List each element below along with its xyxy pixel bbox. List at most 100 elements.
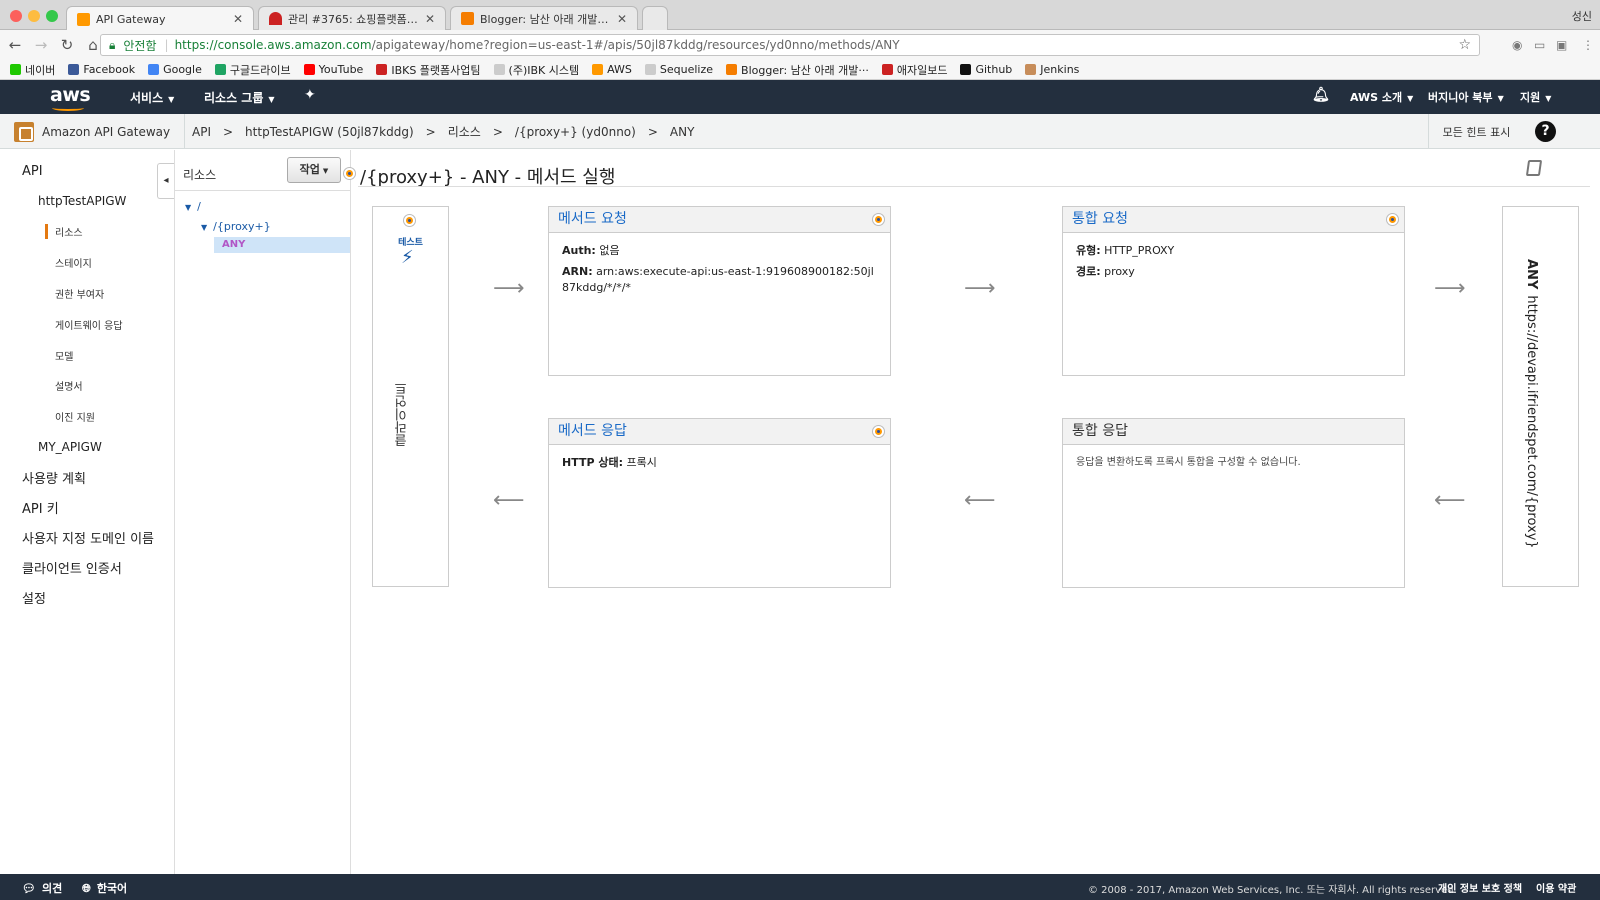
info-hint-icon[interactable] [1387,214,1398,225]
book-icon[interactable] [1525,160,1543,176]
breadcrumb-item[interactable]: 리소스 [448,123,481,140]
region-menu[interactable]: 버지니아 북부 ▼ [1428,89,1504,105]
info-hint-icon[interactable] [344,168,355,179]
tree-node-any-method[interactable]: ANY [222,239,245,250]
address-bar[interactable]: 🔒︎ 안전함 | https://console.aws.amazon.com … [100,34,1480,56]
new-tab-button[interactable] [642,6,668,30]
method-response-box[interactable]: 메서드 응답 HTTP 상태: 프록시 [548,418,891,588]
method-request-header[interactable]: 메서드 요청 [549,207,890,233]
extension-icon[interactable]: ▭ [1534,38,1545,52]
bookmark-item[interactable]: (주)IBK 시스템 [493,62,580,78]
bookmark-item[interactable]: 애자일보드 [881,62,947,78]
path-label: 경로: [1076,265,1101,278]
extension-icon[interactable]: ◉ [1512,38,1522,52]
browser-tab-api-gateway[interactable]: API Gateway ✕ [66,6,254,31]
bookmark-item[interactable]: Blogger: 남산 아래 개발··· [726,62,869,78]
breadcrumb-item[interactable]: httpTestAPIGW (50jl87kddg) [245,125,414,139]
bookmark-item[interactable]: Github [960,63,1012,76]
support-menu[interactable]: 지원 ▼ [1520,89,1551,105]
language-selector[interactable]: 🌐︎ 한국어 [82,880,127,896]
terms-of-use-link[interactable]: 이용 약관 [1536,880,1576,895]
bookmark-favicon-icon [148,64,160,75]
collapse-sidebar-button[interactable]: ◂ [157,163,174,199]
method-response-header[interactable]: 메서드 응답 [549,419,890,445]
pin-icon[interactable]: ✦ [304,87,316,103]
sidebar-item-api-name[interactable]: httpTestAPIGW [38,194,126,208]
sidebar-item-settings[interactable]: 설정 [22,588,46,607]
lightning-bolt-icon[interactable]: ⚡︎ [401,247,414,268]
profile-name[interactable]: 성신 [1572,8,1592,24]
info-hint-icon[interactable] [873,426,884,437]
bookmark-item[interactable]: AWS [592,63,632,76]
bookmark-item[interactable]: Sequelize [644,63,713,76]
close-window-button[interactable] [10,10,22,22]
sidebar-item-authorizers[interactable]: 권한 부여자 [55,286,104,301]
bookmark-item[interactable]: Facebook [68,63,135,76]
service-name[interactable]: Amazon API Gateway [14,114,186,149]
info-hint-icon[interactable] [873,214,884,225]
bookmark-item[interactable]: YouTube [303,63,363,76]
resource-groups-menu[interactable]: 리소스 그룹 ▼ [204,89,275,106]
breadcrumb-item[interactable]: API [192,125,211,139]
close-tab-icon[interactable]: ✕ [617,12,627,26]
browser-menu-icon[interactable]: ⋮ [1582,38,1594,52]
sidebar-item-binary-support[interactable]: 이진 지원 [55,409,95,424]
integration-request-box[interactable]: 통합 요청 유형: HTTP_PROXY 경로: proxy [1062,206,1405,376]
aws-logo[interactable]: aws [50,84,91,106]
bookmark-favicon-icon [960,64,972,75]
tree-node-root[interactable]: ▼ / [185,200,201,213]
sidebar-item-client-certificates[interactable]: 클라이언트 인증서 [22,558,122,577]
http-endpoint-panel: ANY https://devapi.ifriendspet.com/{proxy… [1502,206,1579,587]
bookmark-item[interactable]: 구글드라이브 [214,62,291,78]
maximize-window-button[interactable] [46,10,58,22]
bookmark-item[interactable]: 네이버 [10,62,55,78]
triangle-down-icon: ▼ [185,203,192,212]
sidebar-item-my-apigw[interactable]: MY_APIGW [38,440,102,454]
close-tab-icon[interactable]: ✕ [425,12,435,26]
browser-tab-blogger[interactable]: Blogger: 남산 아래 개발자들 - 모든 ✕ [450,6,638,30]
sidebar-item-usage-plans[interactable]: 사용량 계획 [22,468,86,487]
sidebar-item-documentation[interactable]: 설명서 [55,378,83,393]
services-menu[interactable]: 서비스 ▼ [130,89,174,106]
bookmark-item[interactable]: Jenkins [1025,63,1079,76]
info-hint-icon[interactable] [404,215,415,226]
breadcrumb-item[interactable]: ANY [670,125,695,139]
bell-icon[interactable]: 🔔︎ [1312,87,1330,103]
client-panel[interactable]: 테스트 ⚡︎ 클라이언트 [372,206,449,587]
sidebar-item-models[interactable]: 모델 [55,348,73,363]
left-sidebar: API httpTestAPIGW 리소스 스테이지 권한 부여자 게이트웨이 … [0,150,175,874]
sidebar-item-api[interactable]: API [22,164,43,179]
close-tab-icon[interactable]: ✕ [233,12,243,26]
help-icon[interactable]: ? [1535,121,1556,142]
bookmark-star-icon[interactable]: ☆ [1458,37,1471,53]
arrow-left-icon: ⟵ [964,488,996,513]
support-label: 지원 [1520,91,1541,104]
tab-title: Blogger: 남산 아래 개발자들 - 모든 [480,12,611,26]
tree-node-proxy[interactable]: ▼ /{proxy+} [201,220,271,233]
bookmark-item[interactable]: Google [148,63,202,76]
feedback-link[interactable]: 💬︎ 의견 [22,880,62,896]
account-menu[interactable]: AWS 소개 ▼ [1350,89,1413,105]
bookmark-label: 구글드라이브 [229,63,291,77]
show-all-hints-button[interactable]: 모든 힌트 표시 [1428,114,1524,149]
actions-button[interactable]: 작업 ▼ [287,157,341,183]
back-arrow-icon[interactable]: ← [4,36,26,54]
minimize-window-button[interactable] [28,10,40,22]
browser-tab-redmine[interactable]: 관리 #3765: 쇼핑플랫폼 API Gate ✕ [258,6,446,30]
actions-label: 작업 [299,163,320,176]
extension-icon[interactable]: ▣ [1556,38,1567,52]
sidebar-item-stages[interactable]: 스테이지 [55,255,92,270]
breadcrumb-item[interactable]: /{proxy+} (yd0nno) [515,125,636,139]
reload-icon[interactable]: ↻ [56,36,78,54]
divider [358,186,1590,187]
forward-arrow-icon[interactable]: → [30,36,52,54]
method-request-box[interactable]: 메서드 요청 Auth: 없음 ARN: arn:aws:execute-api… [548,206,891,376]
sidebar-item-gateway-responses[interactable]: 게이트웨이 응답 [55,317,123,332]
sidebar-item-api-keys[interactable]: API 키 [22,498,59,517]
bookmark-item[interactable]: IBKS 플랫폼사업팀 [376,62,481,78]
integration-request-header[interactable]: 통합 요청 [1063,207,1404,233]
sidebar-item-resources[interactable]: 리소스 [45,224,83,239]
bookmark-label: (주)IBK 시스템 [508,63,580,77]
privacy-policy-link[interactable]: 개인 정보 보호 정책 [1438,880,1522,895]
sidebar-item-custom-domains[interactable]: 사용자 지정 도메인 이름 [22,528,154,547]
